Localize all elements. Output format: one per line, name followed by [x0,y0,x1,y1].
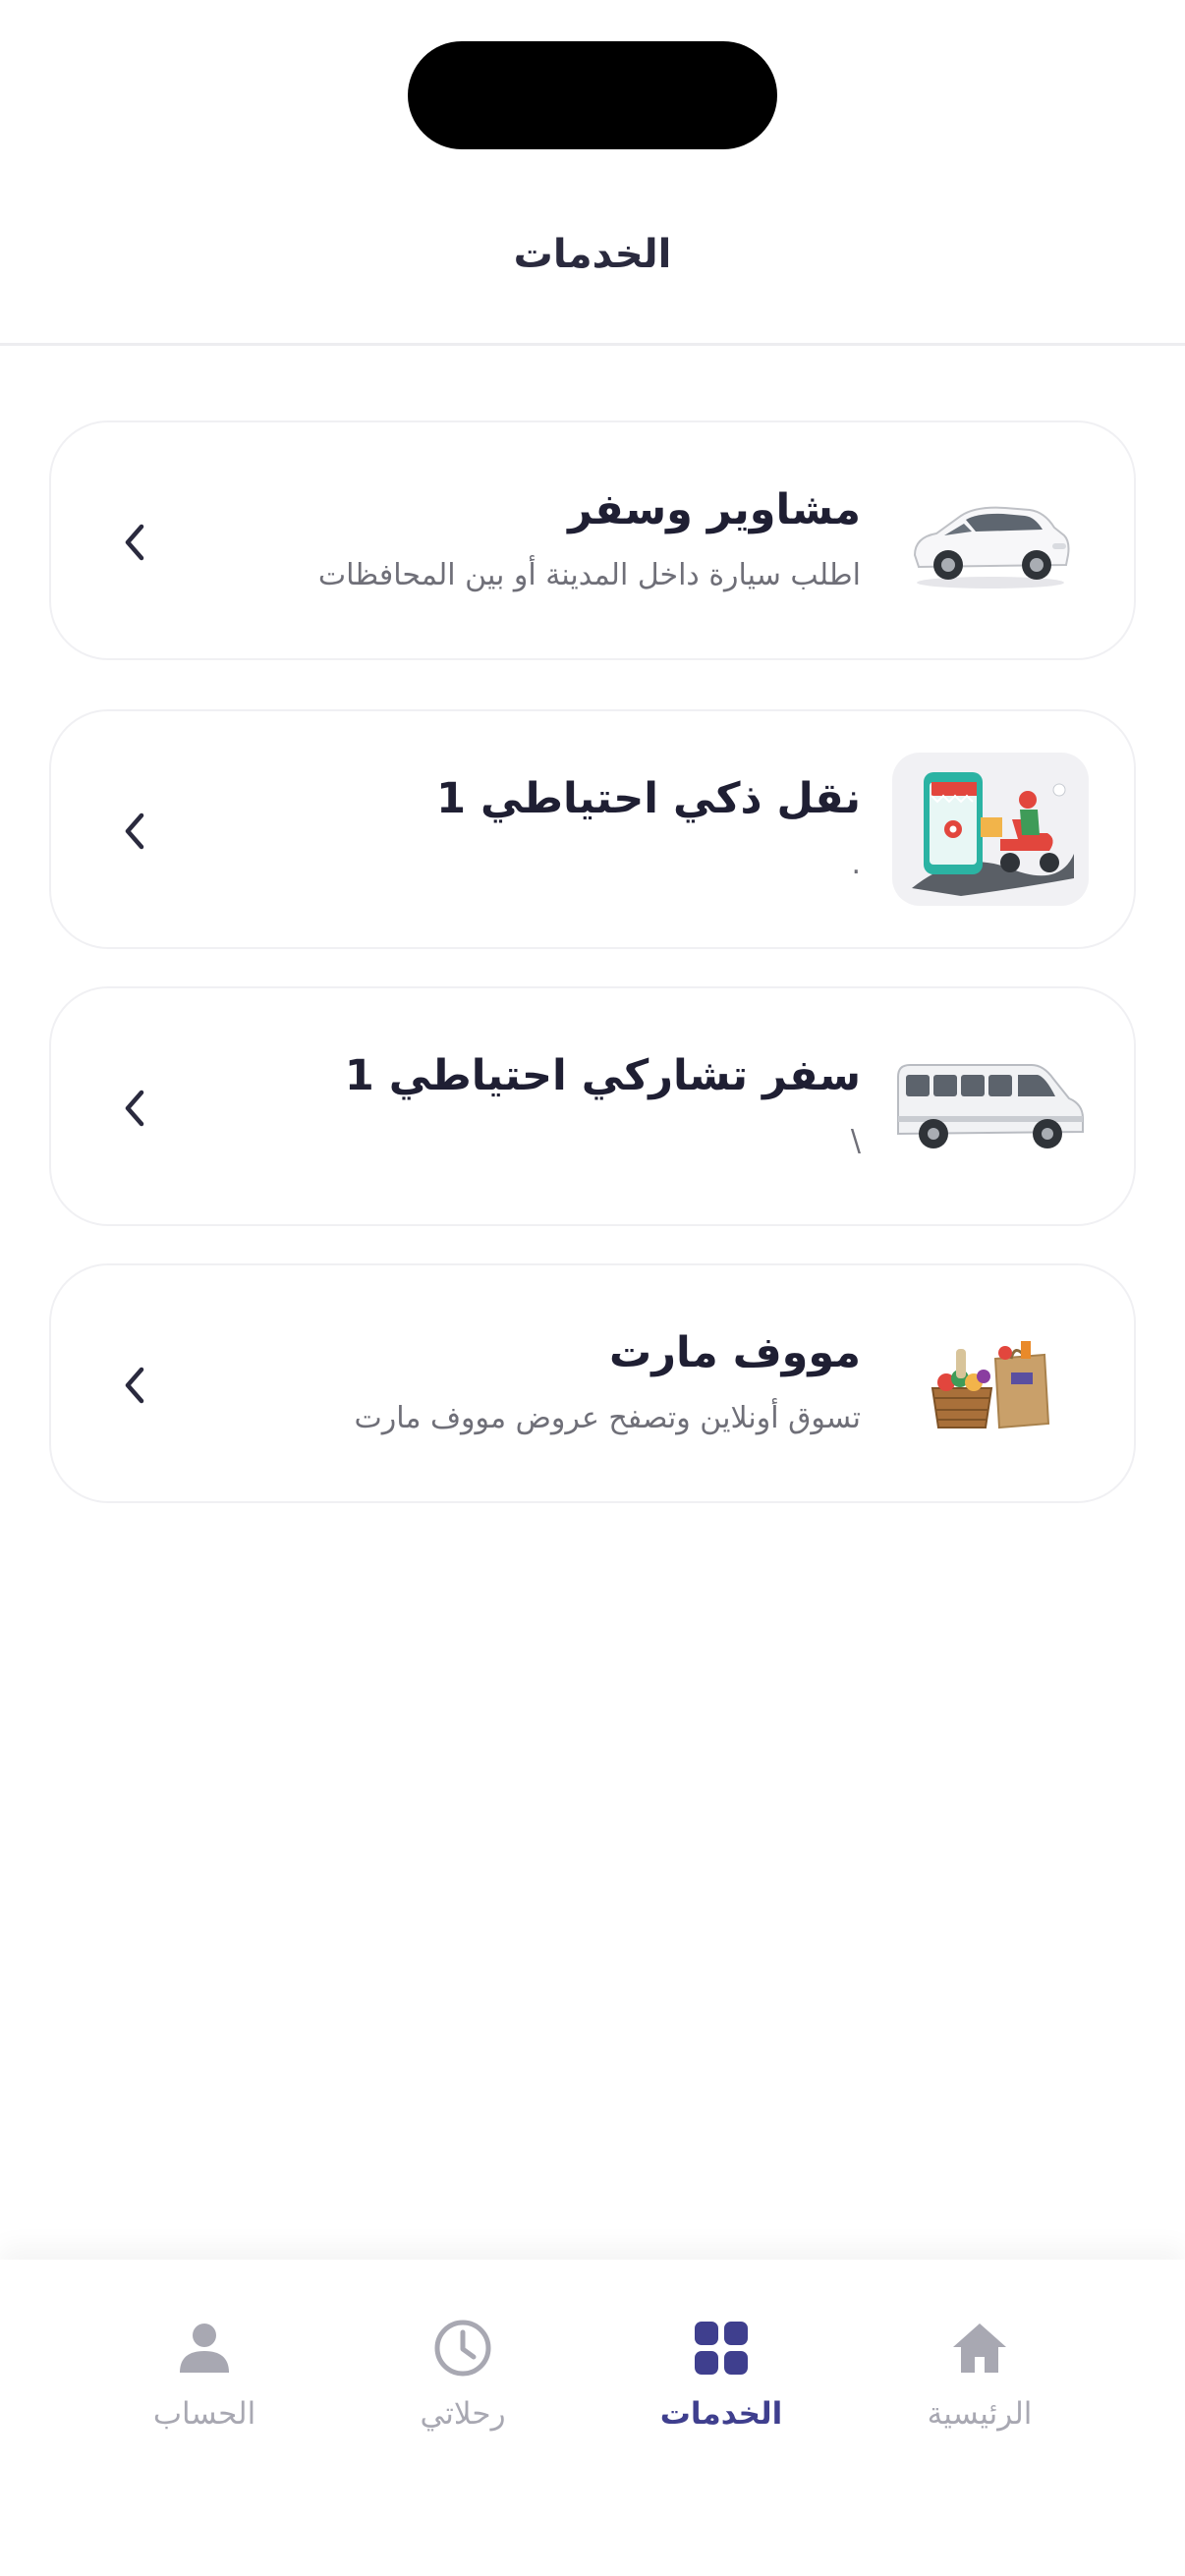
service-subtitle: . [851,847,861,881]
car-icon [892,464,1089,617]
chevron-left-icon [106,513,165,572]
delivery-scooter-icon [892,753,1089,906]
chevron-left-icon [106,802,165,861]
user-icon [170,2314,239,2382]
service-card-rides[interactable]: مشاوير وسفر اطلب سيارة داخل المدينة أو ب… [49,420,1136,660]
service-title: مشاوير وسفر [568,485,861,534]
nav-item-services[interactable]: الخدمات [623,2314,819,2432]
service-subtitle: \ [850,1124,861,1158]
services-screen: الخدمات مشاوير وسفر اطلب سيارة داخل المد… [0,0,1185,2576]
service-title: سفر تشاركي احتياطي 1 [344,1051,861,1100]
service-card-move-mart[interactable]: مووف مارت تسوق أونلاين وتصفح عروض مووف م… [49,1263,1136,1503]
service-title: مووف مارت [609,1328,861,1377]
grocery-bag-icon [892,1307,1089,1460]
nav-label: رحلاتي [420,2396,506,2432]
home-icon [945,2314,1014,2382]
app-header: الخدمات [0,196,1185,346]
chevron-left-icon [106,1079,165,1138]
service-card-smart-delivery[interactable]: نقل ذكي احتياطي 1 . [49,709,1136,949]
nav-label: الخدمات [659,2396,783,2432]
nav-label: الحساب [152,2396,256,2432]
minibus-icon [892,1030,1089,1183]
service-subtitle: اطلب سيارة داخل المدينة أو بين المحافظات [317,558,861,592]
page-title: الخدمات [513,232,672,277]
grid-icon [687,2314,756,2382]
chevron-left-icon [106,1356,165,1415]
service-subtitle: تسوق أونلاين وتصفح عروض مووف مارت [354,1401,861,1435]
nav-item-home[interactable]: الرئيسية [881,2314,1078,2432]
service-title: نقل ذكي احتياطي 1 [436,774,861,823]
clock-icon [428,2314,497,2382]
dynamic-island [408,41,777,149]
bottom-navigation: الرئيسية الخدمات رحلاتي الحساب [0,2260,1185,2576]
nav-item-my-trips[interactable]: رحلاتي [365,2314,561,2432]
nav-label: الرئيسية [927,2396,1033,2432]
service-card-shared-travel[interactable]: سفر تشاركي احتياطي 1 \ [49,986,1136,1226]
nav-item-account[interactable]: الحساب [106,2314,303,2432]
